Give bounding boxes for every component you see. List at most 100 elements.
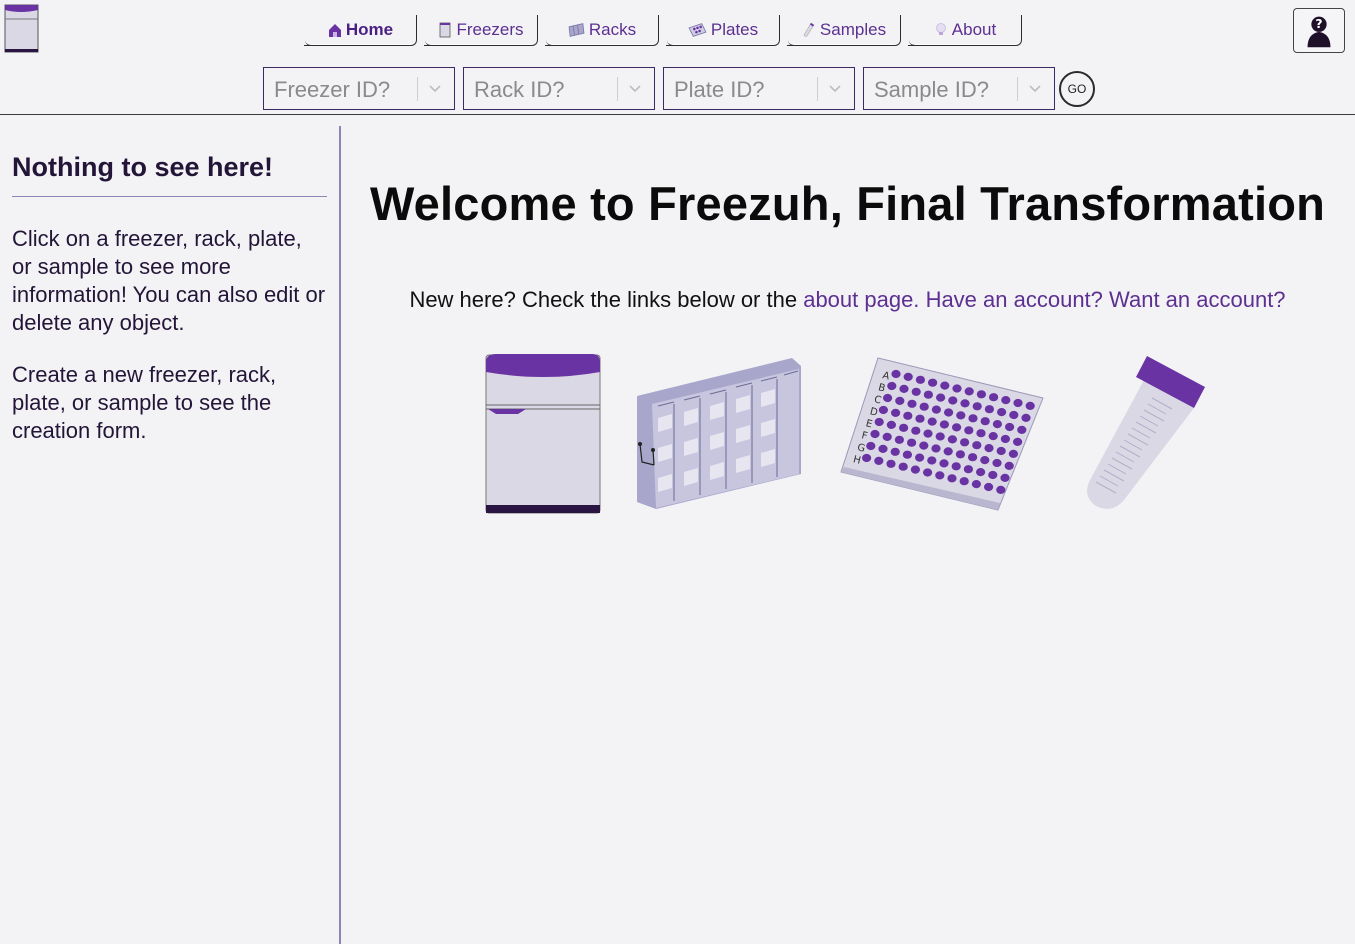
plate-well [907,399,917,408]
plate-well [980,417,990,426]
tab-freezers[interactable]: Freezers [424,15,538,46]
sidebar-paragraph-create: Create a new freezer, rack, plate, or sa… [12,362,277,443]
plate-well [883,393,893,403]
sample-tube-illustration-icon[interactable] [1082,354,1210,514]
plate-well [878,444,888,453]
user-help-icon: ? [1307,16,1331,48]
about-page-link[interactable]: about page. [803,287,919,312]
chevron-down-icon[interactable] [1027,80,1043,96]
rack-id-placeholder: Rack ID? [474,77,565,102]
tab-about-label: About [951,20,997,39]
plate-well [898,462,908,471]
plate-well [984,482,994,492]
plate-well [944,408,954,417]
plate-well [988,432,998,441]
freezer-illustration-icon[interactable] [484,352,604,516]
freezer-logo-icon[interactable] [4,4,39,53]
plate-well [939,459,949,468]
plate-illustration-icon[interactable]: ABCDEFGH [838,356,1050,514]
tab-home[interactable]: Home [304,15,417,46]
select-divider [617,77,618,101]
plate-well [980,456,990,465]
plate-id-select[interactable]: Plate ID? [663,67,855,110]
tab-racks[interactable]: Racks [545,15,659,46]
tab-about[interactable]: About [908,15,1022,46]
plate-well [1013,437,1023,446]
plate-well [1004,461,1014,470]
account-button[interactable]: ? [1293,8,1345,53]
tab-freezers-label: Freezers [456,20,524,39]
plate-well [992,458,1002,468]
plate-well [947,435,957,444]
plate-well [968,414,978,423]
plate-well [882,432,892,441]
chevron-down-icon[interactable] [427,80,443,96]
plate-well [976,429,986,438]
select-divider [817,77,818,101]
plate-well [963,465,973,474]
tab-plates[interactable]: Plates [666,15,780,46]
plate-well [996,485,1006,494]
plate-well [911,426,921,435]
freezer-id-select[interactable]: Freezer ID? [263,67,455,110]
info-sidebar: Nothing to see here! Click on a freezer,… [0,126,341,944]
plate-well [923,429,933,438]
plate-well [1005,422,1015,432]
plate-well [952,423,962,432]
plate-well [1025,401,1035,410]
freezer-id-placeholder: Freezer ID? [274,77,391,102]
plate-well [984,444,994,453]
plate-well [903,411,913,420]
rack-illustration-icon[interactable] [634,356,804,512]
plate-well [931,444,941,453]
svg-text:?: ? [1315,16,1322,31]
tab-samples-label: Samples [819,20,887,39]
rack-id-select[interactable]: Rack ID? [463,67,655,110]
tab-racks-label: Racks [588,20,637,39]
sample-id-placeholder: Sample ID? [874,77,989,102]
login-link[interactable]: Have an account? [926,287,1103,312]
plate-well [915,375,925,384]
tube-icon [803,22,815,37]
intro-lead: New here? Check the links below or the [409,287,804,312]
chevron-down-icon[interactable] [827,80,843,96]
sidebar-paragraph-details: Click on a freezer, rack, plate, or samp… [12,226,326,335]
plate-well [919,402,929,411]
plate-well [899,384,909,393]
tab-samples[interactable]: Samples [787,15,901,46]
plate-well [902,450,912,459]
plate-well [923,390,933,399]
plate-well [971,480,981,489]
intro-text: New here? Check the links below or the a… [340,287,1355,313]
signup-link[interactable]: Want an account? [1109,287,1286,312]
top-bar: Home Freezers Racks Plates Samples About… [0,0,1355,115]
plate-well [943,447,953,456]
plate-icon [688,23,707,37]
plate-well [886,459,896,468]
plate-well [919,441,929,450]
tab-home-label: Home [345,20,394,39]
select-divider [1017,77,1018,101]
page-title: Welcome to Freezuh, Final Transformation [369,177,1326,230]
plate-well [927,456,937,465]
plate-well [931,405,941,414]
plate-well [1013,398,1023,408]
plate-well [891,408,901,417]
plate-well [923,468,933,477]
plate-well [895,396,905,405]
plate-well [992,420,1002,429]
plate-well [972,402,982,411]
tab-plates-label: Plates [710,20,759,39]
plate-well [984,405,994,414]
plate-well [997,408,1007,417]
plate-well [947,474,957,483]
chevron-down-icon[interactable] [627,80,643,96]
plate-well [936,393,946,402]
rack-icon [568,23,585,37]
plate-well [1000,473,1010,482]
sample-id-select[interactable]: Sample ID? [863,67,1055,110]
plate-well [886,420,896,429]
sidebar-title: Nothing to see here! [12,152,327,197]
go-button[interactable]: GO [1059,71,1095,107]
plate-well [899,423,909,432]
